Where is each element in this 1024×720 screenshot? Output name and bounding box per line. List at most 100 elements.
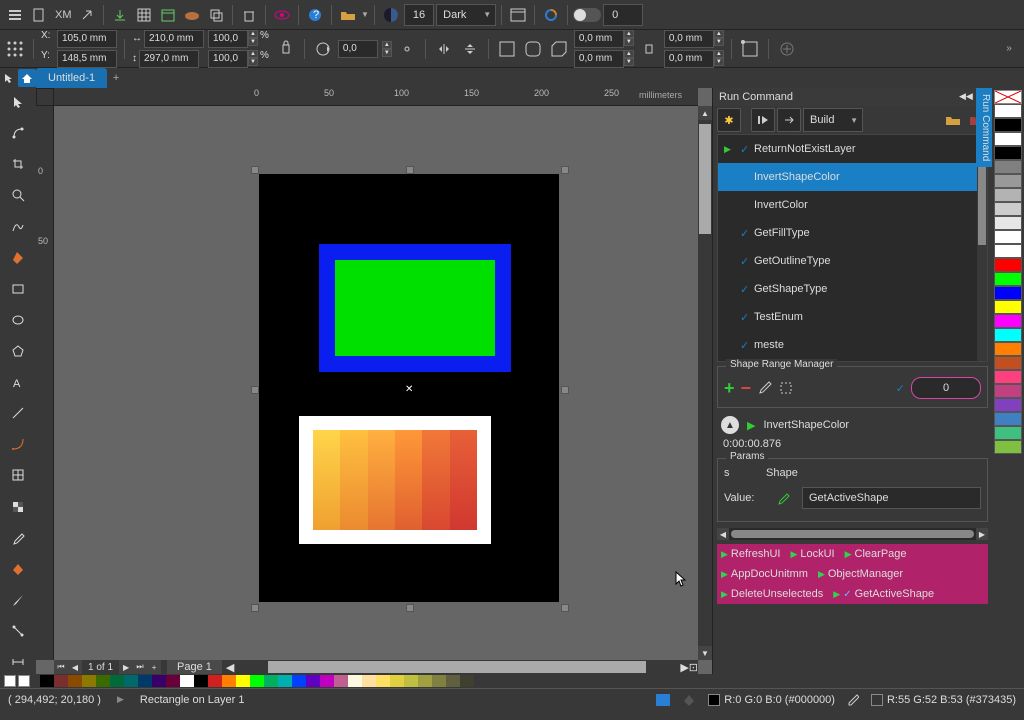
spark-icon[interactable]: ✱	[717, 108, 741, 132]
color-swatch[interactable]	[236, 675, 250, 687]
vertical-scrollbar[interactable]: ▲ ▼	[698, 106, 712, 660]
sx-field[interactable]: 100,0	[208, 30, 248, 48]
command-item[interactable]: ✓GetShapeType	[718, 275, 987, 303]
color-swatch[interactable]	[994, 300, 1022, 314]
eyedropper-tool-icon[interactable]	[6, 526, 30, 549]
status-play-icon[interactable]: ▶	[117, 694, 124, 705]
color-swatch[interactable]	[994, 272, 1022, 286]
sel-handle-br[interactable]	[561, 604, 569, 612]
color-swatch[interactable]	[390, 675, 404, 687]
color-swatch[interactable]	[82, 675, 96, 687]
green-rectangle[interactable]	[335, 260, 495, 356]
window-icon[interactable]	[507, 4, 529, 26]
menu-icon[interactable]	[4, 4, 26, 26]
outline-pen-icon[interactable]	[847, 693, 859, 707]
corner-a-icon[interactable]	[496, 38, 518, 60]
open-folder-icon[interactable]	[942, 109, 964, 131]
mm2b-field[interactable]: 0,0 mm	[664, 50, 714, 68]
corner-b-icon[interactable]	[522, 38, 544, 60]
snap-grid-icon[interactable]	[4, 38, 26, 60]
document-tab[interactable]: Untitled-1	[36, 68, 107, 88]
navigator-icon[interactable]: ⊡	[689, 661, 698, 674]
horizontal-ruler[interactable]: millimeters 0 50 100 150 200 250	[54, 88, 698, 106]
color-swatch[interactable]	[994, 160, 1022, 174]
hscroll-right-button[interactable]: ▶	[680, 661, 688, 674]
canvas[interactable]: ✕	[54, 106, 698, 660]
srm-select-icon[interactable]	[779, 381, 793, 395]
scroll-down-button[interactable]: ▼	[698, 646, 712, 660]
color-swatch[interactable]	[994, 286, 1022, 300]
color-swatch[interactable]	[138, 675, 152, 687]
play-exec-icon[interactable]: ▶	[747, 419, 755, 432]
mm1a-field[interactable]: 0,0 mm	[574, 30, 624, 48]
color-swatch[interactable]	[994, 314, 1022, 328]
sel-handle-mr[interactable]	[561, 386, 569, 394]
fill-display[interactable]: R:0 G:0 B:0 (#000000)	[708, 694, 835, 706]
rotation-field[interactable]: 0,0	[338, 40, 378, 58]
white-card[interactable]	[299, 416, 491, 544]
add-page-button[interactable]: +	[147, 660, 161, 674]
color-swatch[interactable]	[418, 675, 432, 687]
color-swatch[interactable]	[994, 258, 1022, 272]
color-swatch[interactable]	[334, 675, 348, 687]
mini-scrollbar[interactable]: ◀ ▶	[717, 528, 988, 540]
color-swatch[interactable]	[994, 104, 1022, 118]
color-swatch[interactable]	[460, 675, 474, 687]
color-swatch[interactable]	[994, 328, 1022, 342]
toggle-switch[interactable]	[573, 8, 601, 22]
color-swatch[interactable]	[994, 118, 1022, 132]
first-page-button[interactable]: ⏮	[54, 660, 68, 674]
y-field[interactable]: 148,5 mm	[57, 50, 117, 68]
color-swatch[interactable]	[376, 675, 390, 687]
connector-tool-icon[interactable]	[6, 620, 30, 643]
color-swatch[interactable]	[68, 675, 82, 687]
ruler-origin[interactable]	[36, 88, 54, 106]
add-icon[interactable]	[776, 38, 798, 60]
interactive-fill-icon[interactable]	[6, 557, 30, 580]
new-icon[interactable]	[28, 4, 50, 26]
freehand-tool-icon[interactable]	[6, 215, 30, 238]
home-icon[interactable]	[18, 69, 36, 87]
color-swatch[interactable]	[222, 675, 236, 687]
collapse-icon[interactable]: ▲	[721, 416, 739, 434]
docker-tab[interactable]: Run Command	[976, 88, 992, 167]
value-input[interactable]: GetActiveShape	[802, 487, 981, 509]
value-pick-icon[interactable]	[776, 491, 790, 505]
mini-left-icon[interactable]: ◀	[717, 528, 729, 540]
color-swatch[interactable]	[432, 675, 446, 687]
color-swatch[interactable]	[110, 675, 124, 687]
rectangle-tool-icon[interactable]	[6, 277, 30, 300]
color-swatch[interactable]	[994, 426, 1022, 440]
color-swatch[interactable]	[124, 675, 138, 687]
color-swatch[interactable]	[208, 675, 222, 687]
rot-center-icon[interactable]	[396, 38, 418, 60]
srm-add-icon[interactable]: +	[724, 378, 735, 399]
color-swatch[interactable]	[152, 675, 166, 687]
shape-tool-icon[interactable]	[6, 121, 30, 144]
srm-brush-icon[interactable]	[757, 380, 773, 396]
folder-icon[interactable]	[337, 4, 359, 26]
color-swatch[interactable]	[250, 675, 264, 687]
curve-tool-icon[interactable]	[6, 433, 30, 456]
quick-command[interactable]: ▶ObjectManager	[818, 568, 903, 580]
fill-tool-icon[interactable]	[6, 246, 30, 269]
color-mode-icon[interactable]	[656, 694, 670, 706]
quick-command[interactable]: ▶✓GetActiveShape	[833, 588, 934, 600]
sel-handle-ml[interactable]	[251, 386, 259, 394]
color-swatch[interactable]	[40, 675, 54, 687]
color-swatch[interactable]	[994, 412, 1022, 426]
color-swatch[interactable]	[994, 356, 1022, 370]
color-swatch[interactable]	[404, 675, 418, 687]
line-tool-icon[interactable]	[6, 402, 30, 425]
theme-dropdown[interactable]: Dark	[436, 4, 496, 26]
flip-v-icon[interactable]	[459, 38, 481, 60]
outline-display[interactable]: R:55 G:52 B:53 (#373435)	[871, 694, 1016, 706]
command-item[interactable]: ✓GetFillType	[718, 219, 987, 247]
corner-c-icon[interactable]	[548, 38, 570, 60]
overflow-icon[interactable]: »	[998, 38, 1020, 60]
xml-icon[interactable]: XML	[52, 4, 74, 26]
quick-command[interactable]: ▶ClearPage	[845, 548, 907, 560]
command-item[interactable]: ✓TestEnum	[718, 303, 987, 331]
color-swatch[interactable]	[994, 244, 1022, 258]
command-item[interactable]: InvertColor	[718, 191, 987, 219]
